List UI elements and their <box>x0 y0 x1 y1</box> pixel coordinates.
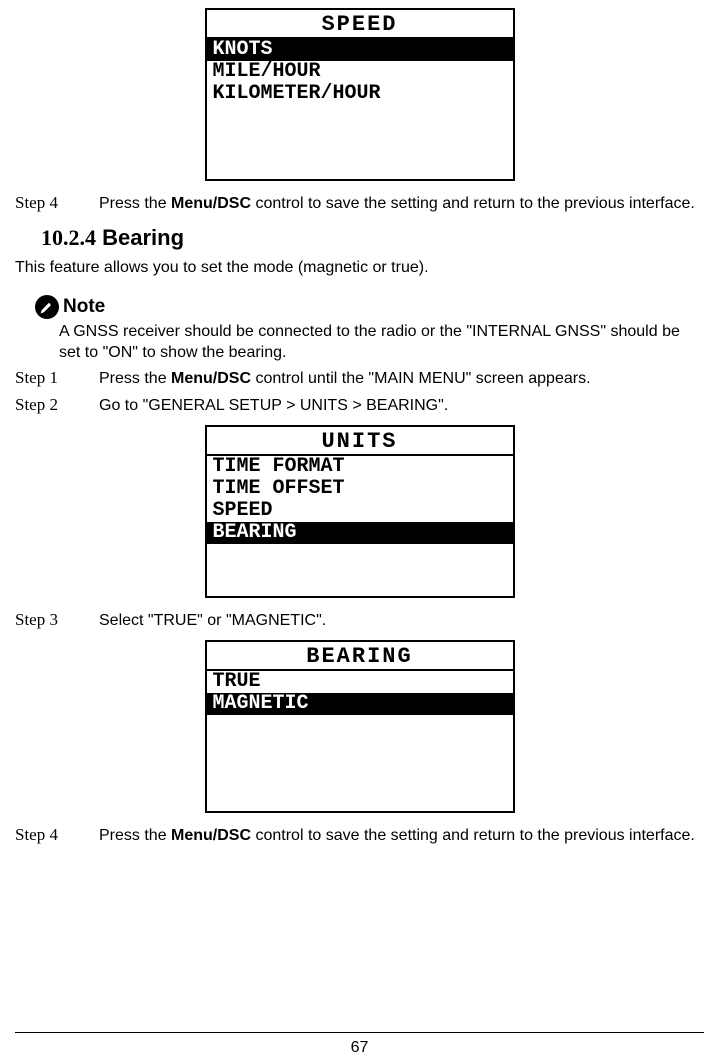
step-row: Step 1 Press the Menu/DSC control until … <box>15 368 704 390</box>
section-number: 10.2.4 <box>41 225 96 250</box>
bold-text: Menu/DSC <box>171 827 251 844</box>
step-label: Step 4 <box>15 825 99 845</box>
menu-item: SPEED <box>207 500 513 522</box>
note-heading: Note <box>35 295 704 319</box>
step-label: Step 3 <box>15 610 99 630</box>
footer-rule <box>15 1032 704 1033</box>
lcd-screen-bearing: BEARING TRUE MAGNETIC <box>205 640 515 813</box>
text: Press the <box>99 195 171 212</box>
menu-item: BEARING <box>207 522 513 544</box>
menu-item: KNOTS <box>207 39 513 61</box>
text: Press the <box>99 827 171 844</box>
menu-item: MAGNETIC <box>207 693 513 715</box>
step-text: Press the Menu/DSC control to save the s… <box>99 825 704 847</box>
intro-text: This feature allows you to set the mode … <box>15 259 704 277</box>
page-number: 67 <box>0 1039 719 1057</box>
step-text: Press the Menu/DSC control until the "MA… <box>99 368 704 390</box>
screen-body: KNOTS MILE/HOUR KILOMETER/HOUR <box>207 39 513 179</box>
bold-text: Menu/DSC <box>171 195 251 212</box>
screen-title: BEARING <box>207 642 513 671</box>
note-label: Note <box>63 296 105 318</box>
screen-body: TIME FORMAT TIME OFFSET SPEED BEARING <box>207 456 513 596</box>
section-title: Bearing <box>102 225 184 250</box>
bold-text: Menu/DSC <box>171 370 251 387</box>
step-label: Step 1 <box>15 368 99 388</box>
pencil-icon <box>35 295 59 319</box>
lcd-screen-speed: SPEED KNOTS MILE/HOUR KILOMETER/HOUR <box>205 8 515 181</box>
text: control until the "MAIN MENU" screen app… <box>251 370 591 387</box>
menu-item: TIME FORMAT <box>207 456 513 478</box>
step-row: Step 3 Select "TRUE" or "MAGNETIC". <box>15 610 704 632</box>
text: control to save the setting and return t… <box>251 827 695 844</box>
menu-item: TIME OFFSET <box>207 478 513 500</box>
step-text: Go to "GENERAL SETUP > UNITS > BEARING". <box>99 395 704 417</box>
step-text: Press the Menu/DSC control to save the s… <box>99 193 704 215</box>
screen-body: TRUE MAGNETIC <box>207 671 513 811</box>
text: Press the <box>99 370 171 387</box>
step-row: Step 4 Press the Menu/DSC control to sav… <box>15 825 704 847</box>
lcd-screen-units: UNITS TIME FORMAT TIME OFFSET SPEED BEAR… <box>205 425 515 598</box>
step-label: Step 4 <box>15 193 99 213</box>
screen-title: UNITS <box>207 427 513 456</box>
section-heading: 10.2.4 Bearing <box>41 225 704 251</box>
step-label: Step 2 <box>15 395 99 415</box>
menu-item: KILOMETER/HOUR <box>207 83 513 105</box>
text: control to save the setting and return t… <box>251 195 695 212</box>
step-row: Step 4 Press the Menu/DSC control to sav… <box>15 193 704 215</box>
menu-item: MILE/HOUR <box>207 61 513 83</box>
step-row: Step 2 Go to "GENERAL SETUP > UNITS > BE… <box>15 395 704 417</box>
menu-item: TRUE <box>207 671 513 693</box>
step-text: Select "TRUE" or "MAGNETIC". <box>99 610 704 632</box>
note-block: Note A GNSS receiver should be connected… <box>35 295 704 364</box>
screen-title: SPEED <box>207 10 513 39</box>
note-text: A GNSS receiver should be connected to t… <box>59 321 694 364</box>
